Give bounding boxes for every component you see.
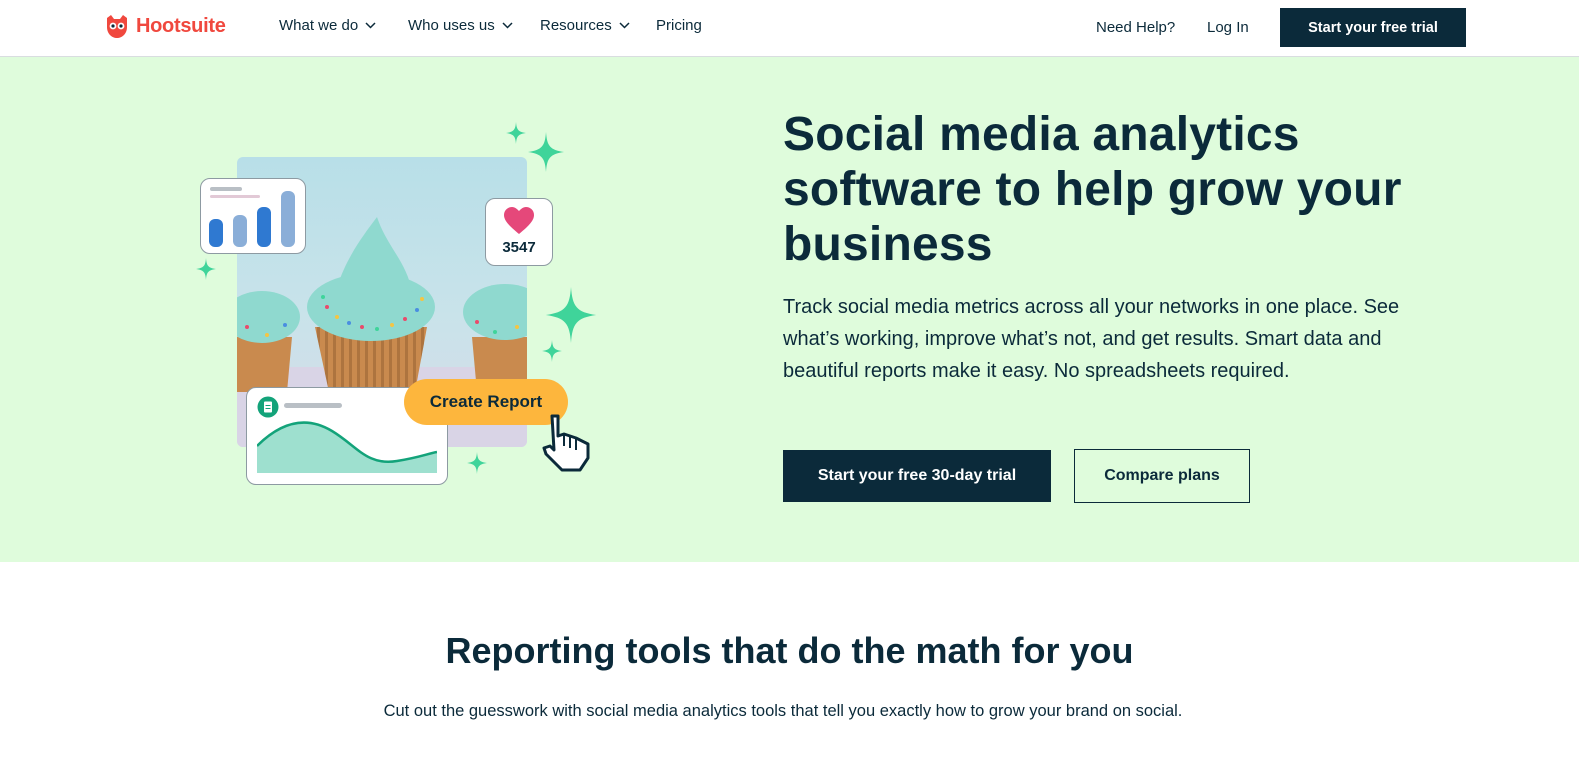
like-count: 3547 bbox=[502, 239, 536, 256]
hero-illustration: 3547 Create Report bbox=[190, 122, 610, 492]
nav-item-label: Resources bbox=[540, 17, 612, 34]
sparkle-icon bbox=[506, 122, 526, 144]
sparkle-icon bbox=[545, 287, 597, 343]
area-chart-graphic bbox=[257, 421, 437, 473]
section-subtitle: Cut out the guesswork with social media … bbox=[383, 702, 1183, 720]
nav-what-we-do[interactable]: What we do bbox=[279, 17, 376, 34]
document-icon bbox=[257, 396, 279, 418]
nav-resources[interactable]: Resources bbox=[540, 17, 630, 34]
nav-item-label: Who uses us bbox=[408, 17, 495, 34]
hero-title: Social media analytics software to help … bbox=[783, 108, 1402, 271]
nav-item-label: What we do bbox=[279, 17, 359, 34]
chevron-down-icon bbox=[619, 22, 630, 29]
chevron-down-icon bbox=[365, 22, 376, 29]
start-free-trial-button[interactable]: Start your free trial bbox=[1280, 8, 1466, 47]
bar-chart-icon bbox=[209, 187, 295, 247]
heart-icon bbox=[504, 207, 534, 234]
report-title-placeholder bbox=[284, 403, 342, 408]
nav-who-uses-us[interactable]: Who uses us bbox=[408, 17, 513, 34]
compare-plans-button[interactable]: Compare plans bbox=[1074, 449, 1250, 503]
sparkle-icon bbox=[542, 340, 562, 362]
nav-item-label: Pricing bbox=[656, 17, 702, 34]
pointer-hand-icon bbox=[542, 414, 590, 472]
sparkle-icon bbox=[528, 132, 564, 172]
owl-logo-icon bbox=[107, 15, 127, 38]
sparkle-icon bbox=[467, 452, 487, 474]
hero-subtitle: Track social media metrics across all yo… bbox=[783, 296, 1400, 382]
hero-section: 3547 Create Report Social media analytic… bbox=[0, 57, 1579, 562]
hootsuite-logo[interactable]: Hootsuite bbox=[104, 13, 226, 39]
section-title: Reporting tools that do the math for you bbox=[445, 630, 1134, 671]
bar-chart-card bbox=[200, 178, 306, 254]
sparkle-icon bbox=[196, 258, 216, 280]
nav-pricing[interactable]: Pricing bbox=[656, 17, 702, 34]
logo-text: Hootsuite bbox=[136, 14, 226, 37]
need-help-link[interactable]: Need Help? bbox=[1096, 19, 1175, 36]
chevron-down-icon bbox=[502, 22, 513, 29]
login-link[interactable]: Log In bbox=[1207, 19, 1249, 36]
start-30-day-trial-button[interactable]: Start your free 30-day trial bbox=[783, 450, 1051, 502]
top-navigation: Hootsuite What we do Who uses us Resourc… bbox=[0, 0, 1579, 57]
likes-card: 3547 bbox=[485, 198, 553, 266]
